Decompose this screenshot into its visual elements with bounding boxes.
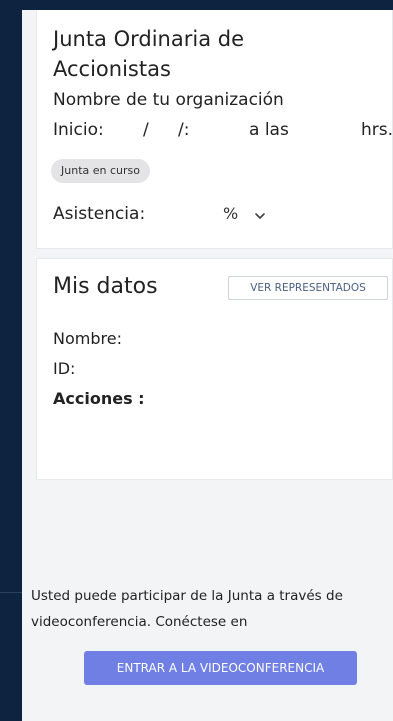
id-label: ID:: [53, 359, 76, 378]
organization-name: Nombre de tu organización: [53, 90, 284, 110]
asistencia-label: Asistencia:: [53, 204, 146, 224]
acciones-label: Acciones :: [53, 389, 145, 408]
enter-videoconference-button[interactable]: ENTRAR A LA VIDEOCONFERENCIA: [84, 651, 357, 685]
junta-title: Junta Ordinaria de Accionistas: [53, 27, 244, 81]
junta-card: Junta Ordinaria de Accionistas Nombre de…: [36, 10, 393, 249]
mis-datos-card: Mis datos VER REPRESENTADOS Nombre: ID: …: [36, 258, 393, 480]
inicio-label: Inicio:: [53, 120, 104, 140]
status-badge: Junta en curso: [51, 159, 150, 183]
a-las-label: a las: [249, 120, 289, 140]
nombre-label: Nombre:: [53, 329, 122, 348]
asistencia-percent: %: [223, 204, 239, 223]
date-separator: /:: [178, 120, 190, 140]
mis-datos-title: Mis datos: [53, 274, 158, 299]
background-divider: [0, 592, 22, 593]
videoconference-note: Usted puede participar de la Junta a tra…: [31, 588, 343, 630]
ver-representados-button[interactable]: VER REPRESENTADOS: [228, 276, 388, 300]
chevron-down-icon[interactable]: [253, 209, 267, 223]
hrs-label: hrs.: [361, 120, 393, 140]
date-separator: /: [143, 120, 149, 140]
inicio-row: Inicio: / /: a las hrs.: [53, 120, 393, 144]
